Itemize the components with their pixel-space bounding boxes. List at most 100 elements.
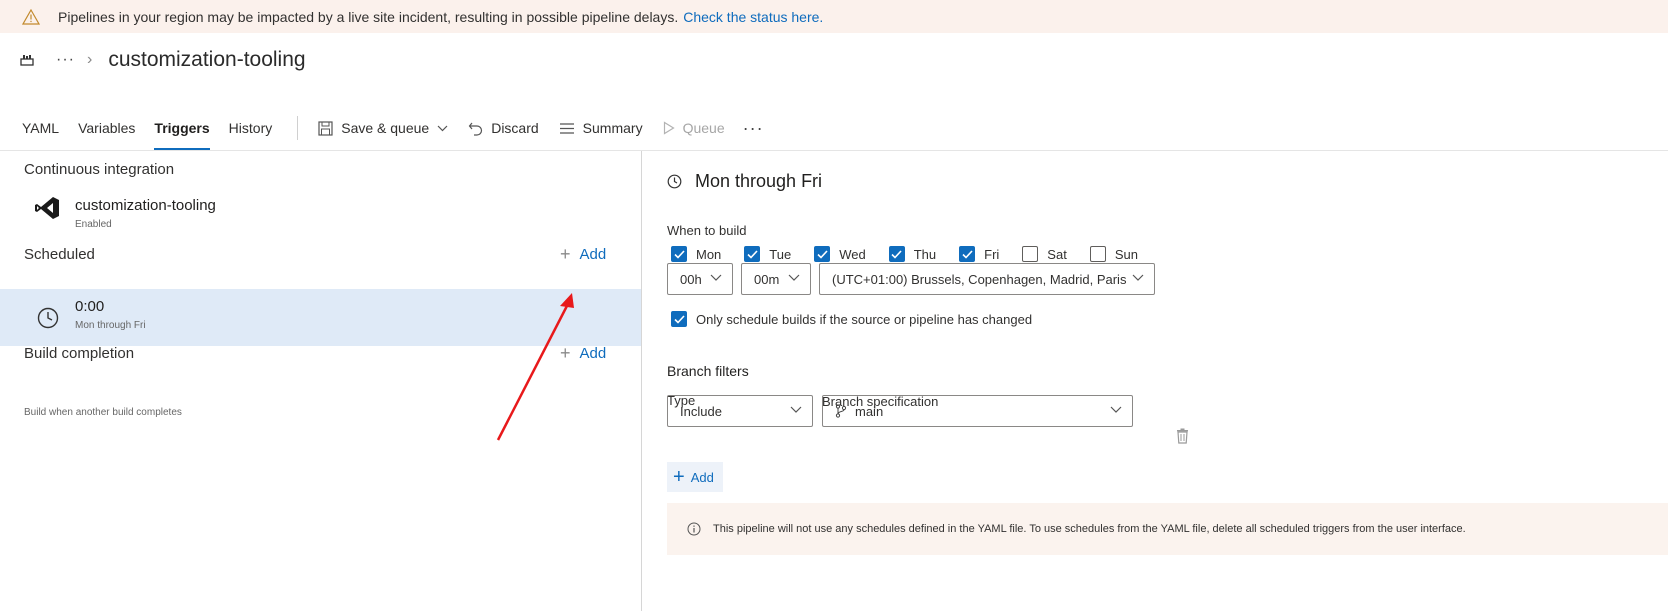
save-icon xyxy=(318,120,333,136)
warning-icon xyxy=(22,8,40,25)
queue-label: Queue xyxy=(682,120,725,136)
plus-icon: + xyxy=(673,465,685,488)
day-label: Sun xyxy=(1114,246,1138,262)
day-checkboxes: Mon Tue Wed Thu Fri Sat Sun xyxy=(671,246,1161,262)
tab-variables[interactable]: Variables xyxy=(78,106,135,150)
summary-button[interactable]: Summary xyxy=(559,120,643,136)
tab-history[interactable]: History xyxy=(229,106,273,150)
schedule-item[interactable]: 0:00 Mon through Fri xyxy=(0,289,641,346)
plus-icon: + xyxy=(560,244,571,264)
status-link[interactable]: Check the status here. xyxy=(683,9,823,25)
minute-value: 00m xyxy=(754,271,780,287)
discard-button[interactable]: Discard xyxy=(468,120,539,136)
schedule-days: Mon through Fri xyxy=(75,320,146,331)
triggers-list-panel: Continuous integration customization-too… xyxy=(0,151,642,611)
save-queue-button[interactable]: Save & queue xyxy=(318,120,448,136)
clock-icon xyxy=(667,174,682,189)
when-to-build-label: When to build xyxy=(667,223,747,238)
timezone-value: (UTC+01:00) Brussels, Copenhagen, Madrid… xyxy=(832,271,1127,287)
add-build-completion-button[interactable]: + Add xyxy=(560,343,606,364)
more-actions-button[interactable]: ··· xyxy=(743,118,764,139)
chevron-down-icon xyxy=(790,406,802,413)
pipeline-icon[interactable] xyxy=(20,53,34,67)
day-label: Thu xyxy=(913,246,937,262)
check-icon xyxy=(814,246,831,262)
play-icon xyxy=(663,121,675,135)
build-completion-heading: Build completion xyxy=(24,345,135,362)
scheduled-heading: Scheduled xyxy=(24,246,95,263)
chevron-down-icon xyxy=(1132,274,1144,281)
ci-item[interactable] xyxy=(34,195,60,221)
info-message-bar: This pipeline will not use any schedules… xyxy=(667,503,1668,555)
day-wed-checkbox[interactable]: Wed xyxy=(814,246,866,262)
ci-heading: Continuous integration xyxy=(24,161,175,178)
delete-filter-icon[interactable] xyxy=(1176,428,1189,444)
day-tue-checkbox[interactable]: Tue xyxy=(744,246,791,262)
branch-dropdown[interactable]: main xyxy=(822,395,1133,427)
incident-banner: Pipelines in your region may be impacted… xyxy=(0,0,1668,33)
queue-button[interactable]: Queue xyxy=(663,120,725,136)
hour-dropdown[interactable]: 00h xyxy=(667,263,733,295)
branch-filters-heading: Branch filters xyxy=(667,363,749,379)
day-thu-checkbox[interactable]: Thu xyxy=(888,246,937,262)
hour-value: 00h xyxy=(680,271,702,287)
chevron-down-icon xyxy=(710,274,722,281)
summary-label: Summary xyxy=(582,120,643,136)
minute-dropdown[interactable]: 00m xyxy=(741,263,811,295)
checkbox-box xyxy=(1022,246,1039,262)
ci-item-name[interactable]: customization-tooling xyxy=(75,197,216,214)
toolbar-divider xyxy=(297,116,299,140)
save-queue-label: Save & queue xyxy=(341,120,430,136)
check-icon xyxy=(959,246,976,262)
day-label: Wed xyxy=(839,246,866,262)
schedule-title: Mon through Fri xyxy=(667,171,822,192)
tab-triggers[interactable]: Triggers xyxy=(154,106,210,150)
check-icon xyxy=(671,311,687,327)
chevron-down-icon xyxy=(437,125,448,131)
breadcrumb-more-button[interactable]: ··· xyxy=(56,51,75,69)
only-if-changed-label: Only schedule builds if the source or pi… xyxy=(696,311,1033,327)
discard-label: Discard xyxy=(491,120,539,136)
only-if-changed-checkbox[interactable]: Only schedule builds if the source or pi… xyxy=(671,311,1032,327)
clock-icon xyxy=(37,307,59,329)
chevron-down-icon xyxy=(788,274,800,281)
day-label: Tue xyxy=(769,246,792,262)
schedule-time: 0:00 xyxy=(75,298,105,315)
add-schedule-label: Add xyxy=(579,246,607,263)
checkbox-box xyxy=(1089,246,1106,262)
day-fri-checkbox[interactable]: Fri xyxy=(959,246,999,262)
filter-type-dropdown[interactable]: Include xyxy=(667,395,813,427)
day-label: Sat xyxy=(1047,246,1067,262)
check-icon xyxy=(671,246,687,262)
build-completion-description: Build when another build completes xyxy=(24,407,182,418)
schedule-details-panel: Mon through Fri When to build Mon Tue We… xyxy=(643,151,1668,611)
day-label: Mon xyxy=(696,246,722,262)
branch-icon xyxy=(835,404,847,418)
timezone-dropdown[interactable]: (UTC+01:00) Brussels, Copenhagen, Madrid… xyxy=(819,263,1155,295)
schedule-title-text: Mon through Fri xyxy=(695,171,823,191)
day-sat-checkbox[interactable]: Sat xyxy=(1022,246,1067,262)
info-icon xyxy=(687,522,701,536)
toolbar: YAML Variables Triggers History Save & q… xyxy=(0,106,1668,150)
undo-icon xyxy=(468,122,483,136)
visual-studio-icon xyxy=(35,197,59,219)
info-message-text: This pipeline will not use any schedules… xyxy=(713,523,1466,535)
breadcrumb: ··· › customization-tooling xyxy=(20,44,306,76)
add-branch-filter-button[interactable]: + Add xyxy=(667,462,723,492)
day-mon-checkbox[interactable]: Mon xyxy=(671,246,721,262)
ci-item-status: Enabled xyxy=(75,219,112,230)
chevron-down-icon xyxy=(1110,406,1122,413)
chevron-right-icon: › xyxy=(86,51,93,68)
plus-icon: + xyxy=(560,343,571,363)
day-sun-checkbox[interactable]: Sun xyxy=(1089,246,1138,262)
add-filter-label: Add xyxy=(690,469,714,485)
list-icon xyxy=(559,122,574,134)
day-label: Fri xyxy=(984,246,1000,262)
page-title: customization-tooling xyxy=(108,48,306,71)
banner-message: Pipelines in your region may be impacted… xyxy=(58,8,679,25)
add-build-completion-label: Add xyxy=(579,345,607,362)
tab-yaml[interactable]: YAML xyxy=(22,106,59,150)
check-icon xyxy=(888,246,905,262)
add-schedule-button[interactable]: + Add xyxy=(560,244,606,265)
filter-type-value: Include xyxy=(680,403,722,419)
